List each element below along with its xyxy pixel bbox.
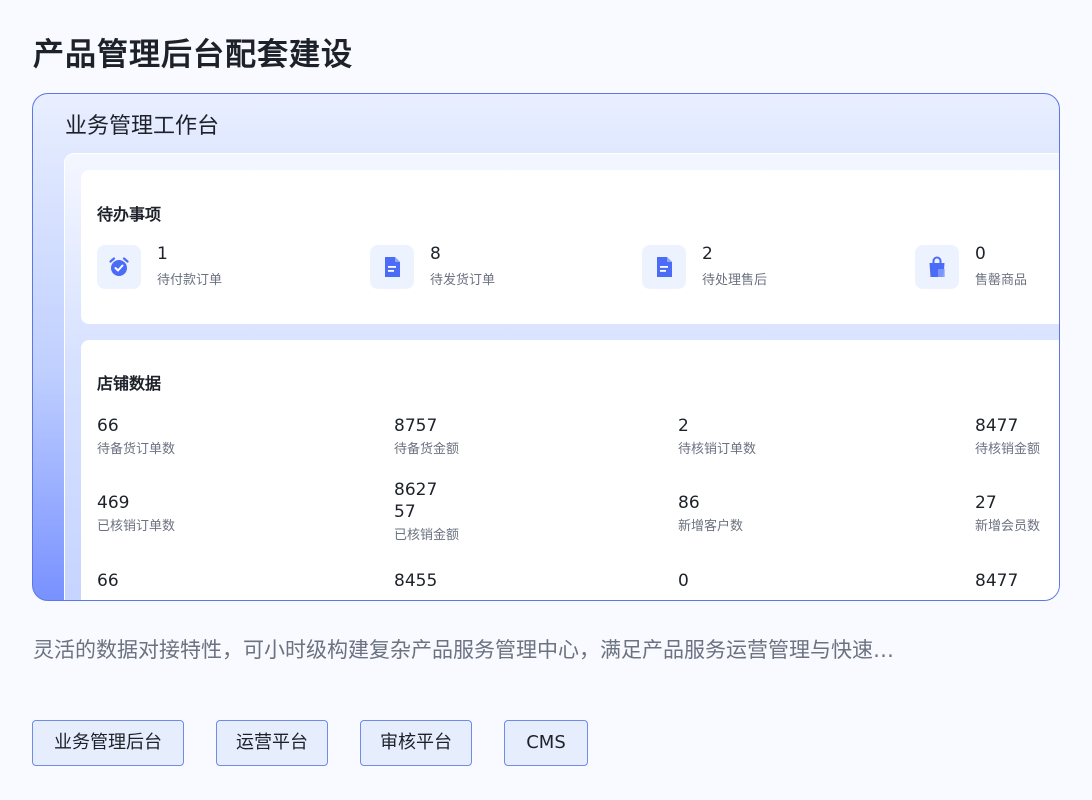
stat-pending-verify-amount: 8477 待核销金额 xyxy=(975,415,1059,459)
stat-value: 8757 xyxy=(394,416,438,436)
todo-item-pending-payment[interactable]: 1 待付款订单 xyxy=(97,244,337,293)
todo-item-pending-aftersale[interactable]: 2 待处理售后 xyxy=(642,244,882,293)
tag-review-platform[interactable]: 审核平台 xyxy=(360,720,472,766)
stat-pending-verify-orders: 2 待核销订单数 xyxy=(678,415,878,459)
todo-label: 待发货订单 xyxy=(430,273,496,288)
workbench-title: 业务管理工作台 xyxy=(65,114,220,139)
stat-value: 66 xyxy=(97,571,119,591)
stat-verified-amount: 862757 已核销金额 xyxy=(394,479,460,545)
todo-label: 待付款订单 xyxy=(157,273,223,288)
todo-label: 待处理售后 xyxy=(702,273,768,288)
store-panel-title: 店铺数据 xyxy=(97,374,162,393)
alarm-clock-icon xyxy=(97,245,141,289)
document-icon xyxy=(642,245,686,289)
stat-value: 86 xyxy=(678,493,700,513)
stat-label: 待核销金额 xyxy=(975,442,1041,457)
tag-business-admin[interactable]: 业务管理后台 xyxy=(32,720,184,766)
stat-new-customers: 86 新增客户数 xyxy=(678,492,878,536)
todo-value: 1 xyxy=(157,244,168,264)
stat-label: 待备货金额 xyxy=(394,442,460,457)
stat-row3-col2: 8455 xyxy=(394,570,594,592)
todo-value: 2 xyxy=(702,244,713,264)
workbench-preview-card: 业务管理工作台 待办事项 1 待付款订单 8 待发货订单 2 待处理售后 0 售… xyxy=(32,93,1060,601)
document-icon xyxy=(370,245,414,289)
stat-value: 2 xyxy=(678,416,689,436)
stat-value: 469 xyxy=(97,493,130,513)
stat-label: 已核销金额 xyxy=(394,528,460,543)
stat-value: 0 xyxy=(678,571,689,591)
todo-value: 8 xyxy=(430,244,441,264)
feature-description: 灵活的数据对接特性，可小时级构建复杂产品服务管理中心，满足产品服务运营管理与快速… xyxy=(33,638,894,662)
stat-value: 27 xyxy=(975,493,997,513)
todo-item-pending-shipment[interactable]: 8 待发货订单 xyxy=(370,244,610,293)
todo-panel-title: 待办事项 xyxy=(97,205,162,224)
stat-value: 862757 xyxy=(394,480,438,522)
stat-label: 待核销订单数 xyxy=(678,442,757,457)
todo-panel: 待办事项 1 待付款订单 8 待发货订单 2 待处理售后 0 售罄商品 xyxy=(81,170,1059,324)
stat-row3-col3: 0 xyxy=(678,570,878,592)
stat-label: 新增会员数 xyxy=(975,519,1041,534)
page-title: 产品管理后台配套建设 xyxy=(33,37,353,73)
workbench-content: 待办事项 1 待付款订单 8 待发货订单 2 待处理售后 0 售罄商品 店铺数据… xyxy=(64,153,1059,600)
stat-label: 新增客户数 xyxy=(678,519,744,534)
stat-pending-stock-amount: 8757 待备货金额 xyxy=(394,415,594,459)
shopping-bag-icon xyxy=(915,245,959,289)
stat-value: 8477 xyxy=(975,416,1019,436)
stat-verified-orders: 469 已核销订单数 xyxy=(97,492,297,536)
stat-value: 8477 xyxy=(975,571,1019,591)
todo-item-sold-out[interactable]: 0 售罄商品 xyxy=(915,244,1059,293)
stat-pending-stock-orders: 66 待备货订单数 xyxy=(97,415,297,459)
todo-value: 0 xyxy=(975,244,986,264)
stat-row3-col4: 8477 xyxy=(975,570,1059,592)
stat-new-members: 27 新增会员数 xyxy=(975,492,1059,536)
store-data-panel: 店铺数据 66 待备货订单数 8757 待备货金额 2 待核销订单数 8477 … xyxy=(81,340,1059,600)
stat-value: 66 xyxy=(97,416,119,436)
stat-label: 已核销订单数 xyxy=(97,519,176,534)
todo-label: 售罄商品 xyxy=(975,273,1028,288)
stat-value: 8455 xyxy=(394,571,438,591)
stat-row3-col1: 66 xyxy=(97,570,297,592)
tag-cms[interactable]: CMS xyxy=(504,720,588,766)
stat-label: 待备货订单数 xyxy=(97,442,176,457)
tag-operations-platform[interactable]: 运营平台 xyxy=(216,720,328,766)
